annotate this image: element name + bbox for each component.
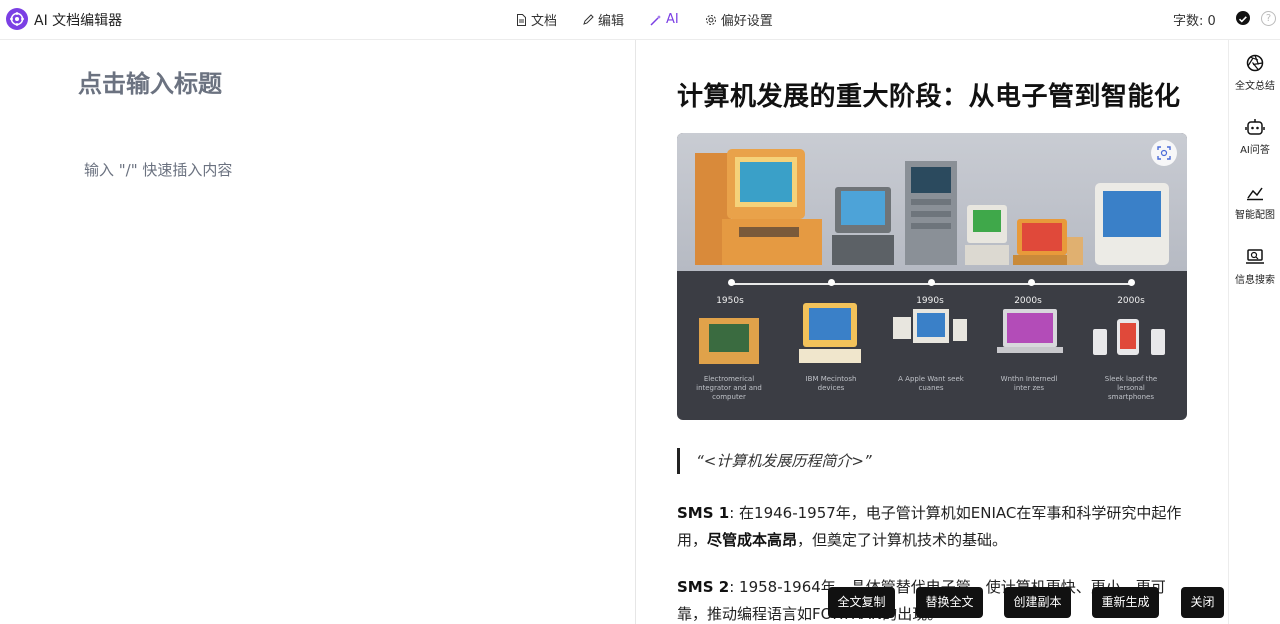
pencil-icon [583, 14, 594, 25]
create-copy-button[interactable]: 创建副本 [1004, 587, 1071, 618]
timeline-dot [828, 279, 835, 286]
laptop-search-icon [1246, 249, 1264, 264]
top-bar: AI 文档编辑器 文档 编辑 AI 偏好设置 字数: 0 ? [0, 0, 1280, 40]
sidebar-search[interactable]: 信息搜索 [1225, 248, 1280, 286]
app-title: AI 文档编辑器 [34, 13, 123, 29]
aperture-icon [1246, 54, 1264, 72]
close-button[interactable]: 关闭 [1181, 587, 1224, 618]
gear-icon [705, 14, 716, 25]
sidebar-summary[interactable]: 全文总结 [1225, 54, 1280, 92]
right-sidebar: 全文总结 AI问答 智能配图 信息搜索 [1228, 40, 1280, 624]
timeline-dot [928, 279, 935, 286]
menu-ai[interactable]: AI [650, 10, 679, 29]
image-caption: Sleek lapof the lersonal smartphones [1104, 375, 1158, 401]
document-title: 计算机发展的重大阶段：从电子管到智能化 [677, 82, 1181, 112]
era-label: 2000s [1117, 296, 1145, 306]
content-input[interactable]: 输入 "/" 快速插入内容 [84, 159, 232, 180]
regenerate-button[interactable]: 重新生成 [1092, 587, 1159, 618]
illustration-image: 1950s 1990s 2000s 2000s Electromerical i… [677, 133, 1187, 420]
timeline-dot [1028, 279, 1035, 286]
app-logo-icon [6, 8, 28, 30]
editor-pane: 点击输入标题 输入 "/" 快速插入内容 [0, 40, 636, 624]
preview-pane: 计算机发展的重大阶段：从电子管到智能化 1950s 1990s 2000s 20… [636, 40, 1228, 624]
era-label: 1990s [916, 296, 944, 306]
blockquote: “<计算机发展历程简介>” [677, 448, 872, 474]
image-chart-icon [1247, 187, 1263, 201]
magic-wand-icon [650, 14, 662, 26]
image-caption: IBM Mecintosh devices [805, 375, 857, 392]
copy-all-button[interactable]: 全文复制 [828, 587, 895, 618]
replace-all-button[interactable]: 替换全文 [916, 587, 983, 618]
menu-preferences[interactable]: 偏好设置 [705, 10, 773, 29]
image-caption: Wnthn Internedl inter zes [1000, 375, 1058, 392]
menu-doc[interactable]: 文档 [516, 10, 557, 29]
scan-icon[interactable] [1151, 140, 1177, 166]
document-icon [517, 13, 526, 26]
menu-edit[interactable]: 编辑 [583, 10, 624, 29]
era-label: 1950s [716, 296, 744, 306]
title-input[interactable]: 点击输入标题 [78, 64, 222, 99]
era-label: 2000s [1014, 296, 1042, 306]
robot-icon [1245, 119, 1265, 135]
sidebar-qa[interactable]: AI问答 [1225, 118, 1280, 156]
timeline-dot [728, 279, 735, 286]
main-menu: 文档 编辑 AI 偏好设置 [516, 10, 799, 29]
sidebar-illustrate[interactable]: 智能配图 [1225, 183, 1280, 221]
word-count: 字数: 0 [1173, 14, 1216, 29]
timeline-dot [1128, 279, 1135, 286]
help-icon[interactable]: ? [1261, 11, 1276, 26]
check-icon[interactable] [1236, 11, 1250, 25]
image-caption: A Apple Want seek cuanes [898, 375, 964, 392]
image-caption: Electromerical integrator and and comput… [696, 375, 762, 401]
paragraph-1: SMS 1: 在1946-1957年，电子管计算机如ENIAC在军事和科学研究中… [677, 504, 1182, 549]
